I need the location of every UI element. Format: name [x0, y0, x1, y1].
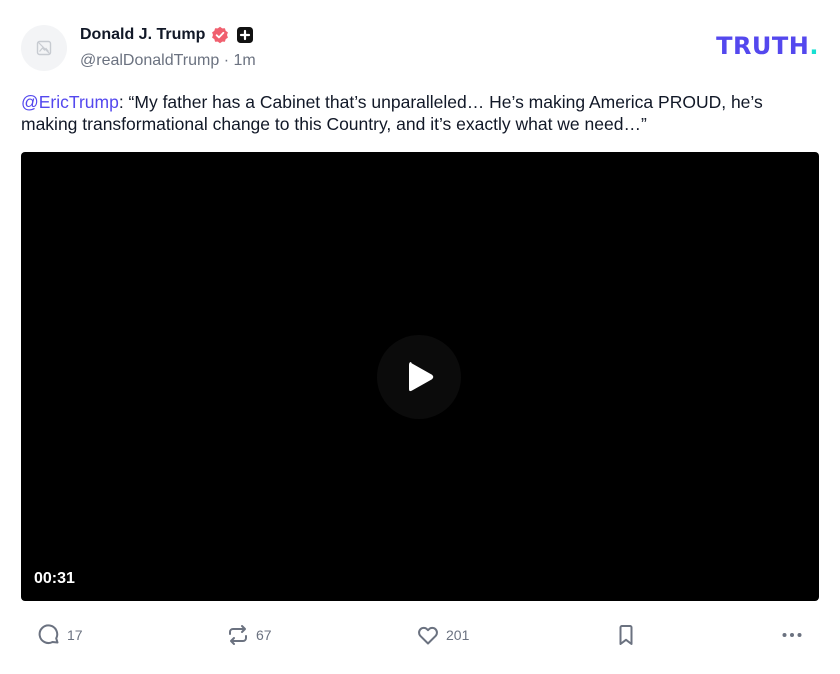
logo-text: TRUTH	[716, 32, 810, 60]
verified-badge-icon	[211, 26, 229, 44]
author-name-row: Donald J. Trump	[80, 24, 254, 46]
logo-dot: .	[809, 32, 819, 60]
video-player[interactable]: 00:31	[21, 152, 819, 601]
play-button[interactable]	[377, 335, 461, 419]
repost-button[interactable]: 67	[226, 620, 272, 650]
truth-logo[interactable]: TRUTH.	[716, 32, 819, 60]
reply-button[interactable]: 17	[37, 620, 83, 650]
reply-count: 17	[67, 627, 83, 643]
plus-badge-icon	[237, 27, 254, 43]
like-button[interactable]: 201	[416, 620, 469, 650]
author-name[interactable]: Donald J. Trump	[80, 26, 205, 44]
comment-icon	[38, 624, 59, 644]
repost-icon	[229, 625, 247, 645]
post-body: : “My father has a Cabinet that’s unpara…	[21, 92, 763, 134]
avatar[interactable]	[21, 25, 67, 71]
image-placeholder-icon	[36, 40, 52, 56]
bookmark-button[interactable]	[614, 620, 638, 650]
post-header: Donald J. Trump @realDonaldTrump · 1m TR…	[21, 24, 819, 72]
bookmark-icon	[619, 625, 633, 645]
repost-count: 67	[256, 627, 272, 643]
play-icon	[409, 362, 434, 392]
meta-separator: ·	[223, 52, 230, 69]
more-options-button[interactable]	[780, 620, 804, 650]
author-handle[interactable]: @realDonaldTrump	[80, 52, 219, 69]
like-count: 201	[446, 627, 470, 643]
more-icon	[782, 633, 802, 637]
author-meta: @realDonaldTrump · 1m	[80, 52, 256, 70]
post-actions: 17 67 201	[21, 620, 819, 650]
post-text: @EricTrump: “My father has a Cabinet tha…	[21, 91, 811, 135]
mention-link[interactable]: @EricTrump	[21, 92, 119, 112]
heart-icon	[418, 626, 438, 645]
video-duration: 00:31	[34, 570, 75, 587]
post-time[interactable]: 1m	[234, 52, 256, 69]
